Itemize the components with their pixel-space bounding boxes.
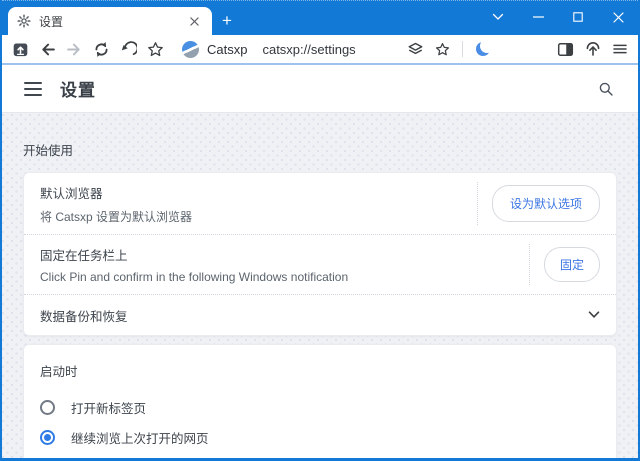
- close-icon: [189, 16, 199, 26]
- radio-icon[interactable]: [40, 429, 55, 445]
- set-default-button[interactable]: 设为默认选项: [491, 185, 600, 222]
- refresh-button[interactable]: [88, 36, 115, 62]
- upload-box-icon: [13, 43, 28, 56]
- row-title: 固定在任务栏上: [40, 249, 128, 263]
- settings-page: 设置 开始使用 默认浏览器 将 Catsxp 设置为默认浏览器 设为默认选项 固…: [2, 65, 638, 458]
- dark-mode-button[interactable]: [469, 36, 496, 62]
- back-button[interactable]: [34, 36, 61, 62]
- catsxp-logo-icon: [182, 40, 199, 58]
- back-icon: [42, 43, 55, 55]
- search-icon: [599, 82, 613, 96]
- row-title: 默认浏览器: [40, 186, 103, 201]
- download-button[interactable]: [579, 36, 606, 62]
- refresh-icon: [95, 41, 108, 57]
- window-controls: [478, 2, 638, 32]
- backup-restore-row[interactable]: 数据备份和恢复: [24, 295, 616, 335]
- on-startup-label: 启动时: [40, 365, 78, 379]
- pin-taskbar-row: 固定在任务栏上 Click Pin and confirm in the fol…: [24, 235, 616, 294]
- sidebar-icon: [557, 42, 574, 56]
- radio-icon[interactable]: [40, 399, 55, 415]
- settings-header: 设置: [2, 65, 638, 113]
- bookmark-star-icon: [435, 42, 450, 55]
- close-window-button[interactable]: [598, 2, 638, 32]
- moon-icon: [476, 42, 490, 56]
- forward-icon: [67, 43, 80, 55]
- row-subtitle: Click Pin and confirm in the following W…: [40, 270, 349, 284]
- settings-content: 开始使用 默认浏览器 将 Catsxp 设置为默认浏览器 设为默认选项 固定在任…: [2, 113, 638, 458]
- layers-icon: [408, 42, 423, 54]
- row-separator: [476, 182, 478, 225]
- forward-button[interactable]: [61, 36, 88, 62]
- maximize-button[interactable]: [558, 2, 598, 32]
- option-label: 打开新标签页: [71, 401, 147, 416]
- minimize-icon: [532, 16, 544, 18]
- browser-window: 设置 + Catsxp catsxp://settings 设置 开始使用 默认…: [0, 0, 640, 461]
- tab-title: 设置: [39, 14, 64, 29]
- home-star-button[interactable]: [142, 36, 169, 62]
- titlebar-chevron-button[interactable]: [478, 2, 518, 32]
- sidebar-button[interactable]: [552, 36, 579, 62]
- new-tab-button[interactable]: +: [212, 7, 242, 35]
- search-button[interactable]: [598, 81, 614, 97]
- gear-icon: [17, 14, 31, 28]
- layers-button[interactable]: [402, 36, 429, 62]
- address-bar[interactable]: catsxp://settings: [262, 42, 402, 57]
- tab-close-button[interactable]: [185, 12, 203, 30]
- plus-icon: +: [222, 11, 232, 30]
- get-started-card: 默认浏览器 将 Catsxp 设置为默认浏览器 设为默认选项 固定在任务栏上 C…: [23, 172, 617, 336]
- section-label-get-started: 开始使用: [23, 144, 74, 158]
- chevron-down-icon: [588, 311, 600, 318]
- undo-button[interactable]: [115, 36, 142, 62]
- bookmark-button[interactable]: [429, 36, 456, 62]
- settings-menu-button[interactable]: [24, 81, 42, 96]
- option-label: 继续浏览上次打开的网页: [71, 431, 209, 446]
- minimize-button[interactable]: [518, 2, 558, 32]
- menu-button[interactable]: [606, 36, 633, 62]
- row-separator: [528, 244, 530, 285]
- startup-option-continue[interactable]: 继续浏览上次打开的网页: [40, 422, 600, 452]
- star-icon: [148, 41, 163, 56]
- undo-icon: [121, 40, 137, 55]
- toolbar-separator: [462, 41, 463, 57]
- startup-option-new-tab[interactable]: 打开新标签页: [40, 392, 600, 422]
- download-dome-icon: [586, 42, 599, 56]
- row-subtitle: 将 Catsxp 设置为默认浏览器: [40, 209, 193, 224]
- default-browser-row: 默认浏览器 将 Catsxp 设置为默认浏览器 设为默认选项: [24, 173, 616, 234]
- chevron-down-icon: [492, 13, 504, 20]
- menu-icon: [612, 44, 627, 54]
- site-chip-label[interactable]: Catsxp: [207, 42, 247, 57]
- hamburger-icon: [24, 81, 42, 84]
- toolbar: Catsxp catsxp://settings: [2, 35, 638, 63]
- pin-button[interactable]: 固定: [543, 247, 600, 282]
- on-startup-card: 启动时 打开新标签页 继续浏览上次打开的网页: [23, 344, 617, 458]
- tab-settings[interactable]: 设置: [8, 7, 212, 35]
- titlebar: 设置 +: [2, 0, 638, 35]
- upload-box-button[interactable]: [7, 36, 34, 62]
- page-title: 设置: [60, 81, 96, 100]
- row-title: 数据备份和恢复: [40, 309, 128, 324]
- close-icon: [612, 11, 624, 23]
- maximize-icon: [573, 12, 583, 22]
